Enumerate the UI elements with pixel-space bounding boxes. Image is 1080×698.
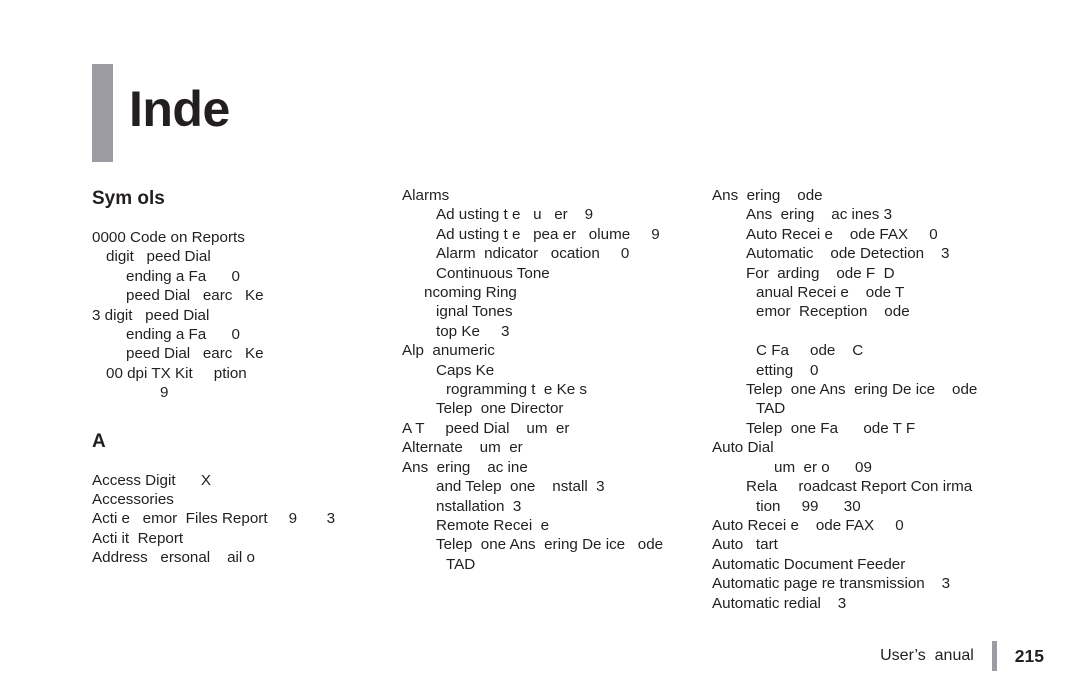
- page-footer: User’s anual 215: [0, 636, 1080, 676]
- index-entry: Auto Recei e ode FAX 0: [746, 225, 938, 243]
- index-entry: ncoming Ring: [424, 284, 517, 302]
- index-entry: ending a Fa 0: [126, 326, 240, 344]
- title-accent-rule: [92, 64, 113, 162]
- footer-manual-label: User’s anual: [880, 647, 974, 664]
- index-entry: Acti e emor Files Report 9 3: [92, 510, 336, 528]
- index-entry: Alarm ndicator ocation 0: [436, 245, 630, 263]
- index-entry: Caps Ke: [436, 361, 495, 379]
- index-entry: Automatic ode Detection 3: [746, 245, 950, 263]
- index-entry-list: 0000 Code on Reports digit peed Dial endin…: [92, 228, 392, 403]
- index-entry: Telep one Director: [436, 400, 564, 418]
- heading-gap: [92, 451, 392, 471]
- index-entry: Automatic Document Feeder: [712, 555, 906, 573]
- index-entry: Automatic redial 3: [712, 594, 847, 612]
- index-entry-list: Alarms Ad usting t e u er 9 Ad usting t e …: [402, 186, 707, 574]
- index-entry: Alp anumeric: [402, 342, 495, 360]
- index-entry: Ad usting t e pea er olume 9: [436, 225, 660, 243]
- index-entry-blank: [712, 322, 1022, 341]
- index-column-2: Alarms Ad usting t e u er 9 Ad usting t e …: [402, 186, 707, 574]
- index-entry: top Ke 3: [436, 322, 510, 340]
- index-entry: Accessories: [92, 491, 174, 509]
- index-entry: emor Reception ode: [756, 303, 910, 321]
- index-entry: Ad usting t e u er 9: [436, 206, 594, 224]
- index-entry: peed Dial earc Ke: [126, 345, 264, 363]
- index-entry: digit peed Dial: [106, 248, 211, 266]
- index-entry: A T peed Dial um er: [402, 419, 570, 437]
- index-entry: um er o 09: [774, 458, 872, 476]
- index-entry: C Fa ode C: [756, 342, 864, 360]
- index-entry: Rela roadcast Report Con irma: [746, 478, 973, 496]
- index-entry: and Telep one nstall 3: [436, 478, 605, 496]
- index-entry: ending a Fa 0: [126, 267, 240, 285]
- index-entry: Continuous Tone: [436, 264, 550, 282]
- index-letter-heading: A: [92, 430, 106, 452]
- index-entry: tion 99 30: [756, 497, 861, 515]
- index-entry: Acti it Report: [92, 529, 184, 547]
- index-entry: Auto tart: [712, 536, 778, 554]
- index-entry-list: Ans ering ode Ans ering ac ines 3 Auto Rec…: [712, 186, 1022, 613]
- index-entry: Address ersonal ail o: [92, 549, 255, 567]
- index-entry: peed Dial earc Ke: [126, 287, 264, 305]
- page-title: Inde: [129, 81, 230, 137]
- index-entry: For arding ode F D: [746, 264, 895, 282]
- index-entry: 9: [160, 384, 169, 402]
- heading-gap: [92, 208, 392, 228]
- index-entry: Auto Dial: [712, 439, 774, 457]
- index-entry: TAD: [756, 400, 786, 418]
- index-entry: Telep one Ans ering De ice ode: [746, 381, 978, 399]
- index-entry: 0000 Code on Reports: [92, 229, 245, 246]
- index-entry: Remote Recei e: [436, 516, 550, 534]
- index-entry: Automatic page re transmission 3: [712, 575, 951, 593]
- index-entry: ignal Tones: [436, 303, 513, 321]
- index-entry: etting 0: [756, 361, 819, 379]
- footer-divider: [991, 641, 997, 671]
- index-column-3: Ans ering ode Ans ering ac ines 3 Auto Rec…: [712, 186, 1022, 613]
- index-letter-heading: Sym ols: [92, 188, 165, 209]
- index-entry: nstallation 3: [436, 497, 522, 515]
- index-entry: 3 digit peed Dial: [92, 306, 210, 324]
- index-entry: Ans ering ode: [712, 187, 823, 204]
- index-entry: Access Digit X: [92, 471, 212, 489]
- index-column-1: Sym ols 0000 Code on Reports digit peed Di…: [92, 186, 392, 568]
- footer-page-number: 215: [1014, 645, 1044, 666]
- page-title-block: Inde: [92, 58, 230, 162]
- index-entry: TAD: [446, 555, 476, 573]
- index-entry: 00 dpi TX Kit ption: [106, 364, 247, 382]
- index-entry: Alarms: [402, 187, 450, 204]
- index-entry: rogramming t e Ke s: [446, 381, 587, 399]
- index-entry: Alternate um er: [402, 439, 523, 457]
- index-entry: Ans ering ac ines 3: [746, 206, 893, 224]
- index-entry: Telep one Ans ering De ice ode: [436, 536, 664, 554]
- index-entry: anual Recei e ode T: [756, 284, 905, 302]
- index-entry: Telep one Fa ode T F: [746, 419, 916, 437]
- index-entry: Auto Recei e ode FAX 0: [712, 516, 904, 534]
- index-entry: Ans ering ac ine: [402, 458, 528, 476]
- index-entry-list: Access Digit X Accessories Acti e emor Fil…: [92, 471, 392, 568]
